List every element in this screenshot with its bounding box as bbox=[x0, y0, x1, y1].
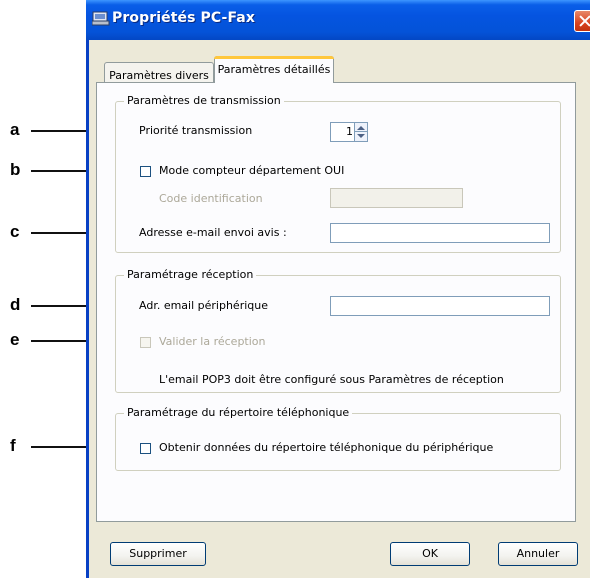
priority-spinner[interactable]: 1 bbox=[330, 122, 368, 142]
callout-letter-e: e bbox=[10, 330, 20, 349]
tab-parametres-detailles[interactable]: Paramètres détaillés bbox=[214, 56, 334, 83]
window-title: Propriétés PC-Fax bbox=[112, 10, 255, 26]
validate-reception-checkbox[interactable] bbox=[140, 337, 151, 348]
callout-letter-c: c bbox=[10, 222, 20, 241]
callout-letter-f: f bbox=[10, 436, 16, 455]
spinner-arrows-icon[interactable] bbox=[354, 123, 367, 141]
device-email-label: Adr. email périphérique bbox=[139, 299, 269, 312]
priority-value: 1 bbox=[346, 125, 353, 138]
callout-letter-a: a bbox=[10, 120, 20, 139]
get-phonebook-checkbox[interactable] bbox=[140, 443, 151, 454]
notify-email-label: Adresse e-mail envoi avis : bbox=[139, 226, 287, 239]
validate-reception-label: Valider la réception bbox=[159, 335, 266, 348]
callout-letter-b: b bbox=[10, 160, 21, 179]
ok-button[interactable]: OK bbox=[390, 542, 470, 566]
get-phonebook-label: Obtenir données du répertoire téléphoniq… bbox=[159, 441, 494, 454]
window-border bbox=[86, 40, 89, 578]
delete-button[interactable]: Supprimer bbox=[110, 542, 206, 566]
dept-counter-label: Mode compteur département OUI bbox=[159, 164, 345, 177]
phonebook-legend: Paramétrage du répertoire téléphonique bbox=[124, 406, 353, 419]
pop3-note: L'email POP3 doit être configuré sous Pa… bbox=[159, 373, 504, 386]
pcfax-properties-dialog: Propriétés PC-Fax Paramètres divers Para… bbox=[86, 0, 590, 578]
cancel-button[interactable]: Annuler bbox=[498, 542, 578, 566]
fax-icon bbox=[92, 11, 110, 26]
tab-panel: Paramètres de transmission Priorité tran… bbox=[96, 82, 576, 522]
transmission-legend: Paramètres de transmission bbox=[124, 94, 284, 107]
close-button[interactable] bbox=[574, 10, 590, 32]
id-code-field[interactable] bbox=[330, 188, 463, 208]
id-code-label: Code identification bbox=[159, 192, 263, 205]
tab-parametres-divers[interactable]: Paramètres divers bbox=[104, 62, 214, 83]
priority-label: Priorité transmission bbox=[139, 124, 253, 137]
notify-email-field[interactable] bbox=[330, 223, 550, 243]
device-email-field[interactable] bbox=[330, 296, 550, 316]
dept-counter-checkbox[interactable] bbox=[140, 166, 151, 177]
tab-label: Paramètres divers bbox=[109, 69, 209, 82]
tab-label: Paramètres détaillés bbox=[217, 63, 331, 76]
callout-letter-d: d bbox=[10, 295, 21, 314]
reception-legend: Paramétrage réception bbox=[124, 268, 257, 281]
title-bar[interactable]: Propriétés PC-Fax bbox=[86, 0, 590, 40]
